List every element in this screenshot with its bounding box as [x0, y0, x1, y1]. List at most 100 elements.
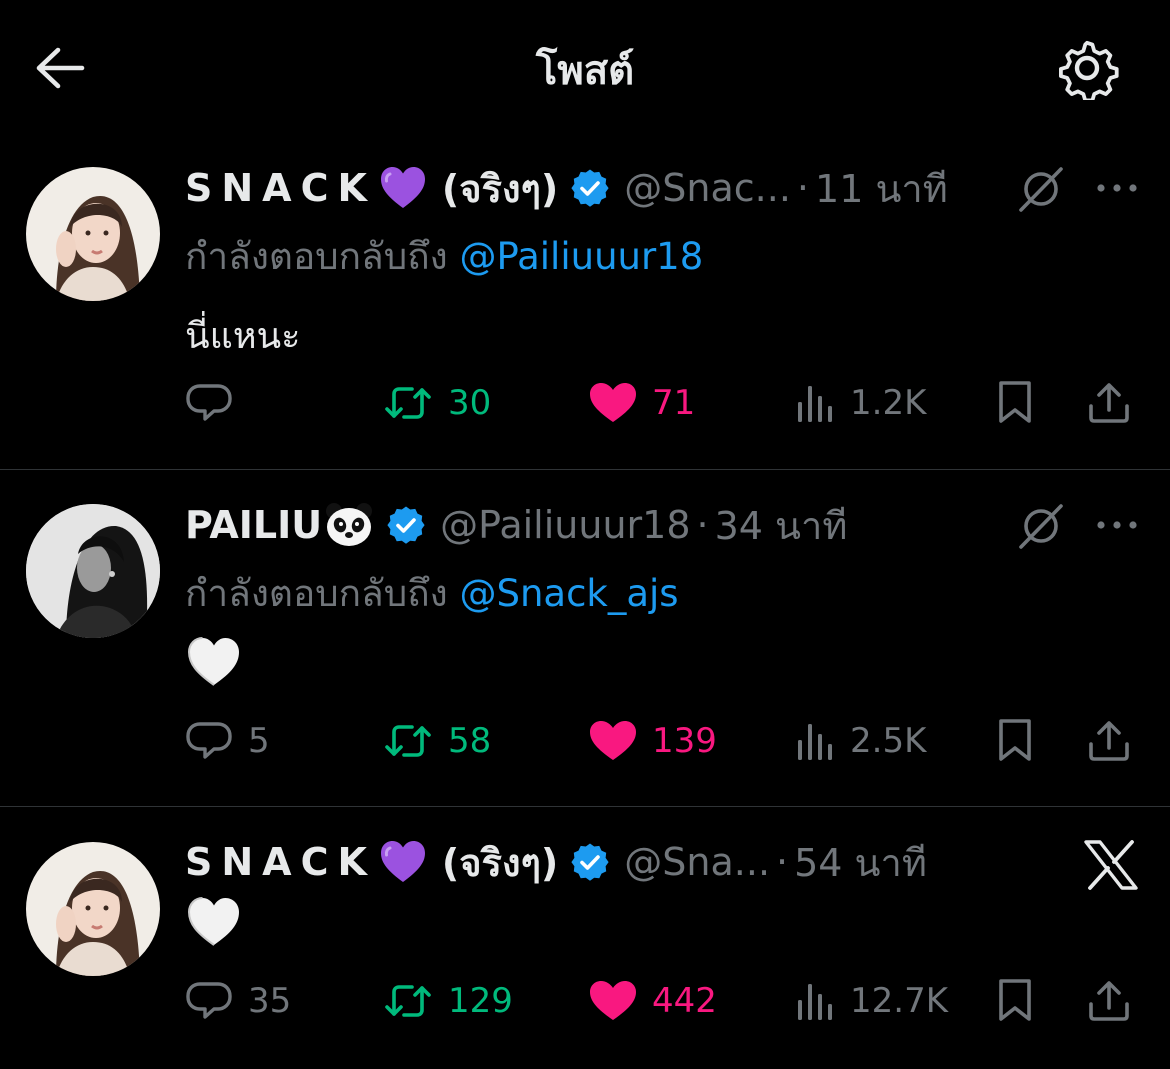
views-chart-icon [798, 386, 832, 422]
grok-button[interactable] [1012, 160, 1070, 218]
user-handle[interactable]: @Pailiuuur18 [440, 503, 690, 547]
retweet-count: 58 [448, 721, 492, 761]
retweet-button[interactable]: 129 [384, 971, 513, 1031]
bookmark-icon [999, 719, 1031, 761]
grok-button[interactable] [1012, 497, 1070, 555]
like-button[interactable]: 71 [588, 373, 695, 433]
heart-icon [590, 721, 636, 760]
verified-badge-icon [386, 505, 427, 545]
reply-icon [186, 384, 232, 421]
replying-to-label: กำลังตอบกลับถึง [185, 572, 448, 615]
replying-to-line: กำลังตอบกลับถึง @Pailiuuur18 [185, 227, 703, 286]
display-name-suffix: (จริงๆ) [441, 840, 559, 885]
display-name-suffix: (จริงๆ) [441, 166, 559, 211]
separator-dot: · [696, 503, 709, 547]
reply-count: 35 [248, 981, 292, 1021]
x-logo-icon [1082, 836, 1140, 894]
bookmark-button[interactable] [996, 971, 1036, 1031]
post-2[interactable]: PAILIU @Pailiuuur18 · 34 นาที กำลังตอบกล… [0, 470, 1170, 806]
post-time[interactable]: 54 นาที [794, 832, 927, 893]
display-name[interactable]: PAILIU [185, 503, 322, 547]
post-header: SNACK (จริงๆ) @Sna... · 54 นาที [185, 834, 927, 890]
retweet-button[interactable]: 58 [384, 711, 491, 771]
post-header: PAILIU @Pailiuuur18 · 34 นาที [185, 497, 847, 553]
avatar[interactable] [26, 167, 160, 301]
post-time[interactable]: 34 นาที [715, 495, 848, 556]
bookmark-icon [999, 381, 1031, 423]
retweet-icon [385, 725, 431, 757]
reply-count: 5 [248, 721, 270, 761]
views-button[interactable]: 1.2K [796, 373, 926, 433]
share-icon [1089, 721, 1129, 761]
heart-icon [590, 981, 636, 1020]
post-time[interactable]: 11 นาที [815, 158, 948, 219]
reply-button[interactable]: 5 [186, 711, 270, 771]
more-dots-icon [1097, 184, 1137, 192]
post-1[interactable]: SNACK (จริงๆ) @Snac... · 11 นาที กำลังตอ… [0, 135, 1170, 469]
more-options-button[interactable] [1090, 168, 1144, 208]
views-button[interactable]: 12.7K [796, 971, 948, 1031]
share-icon [1089, 383, 1129, 423]
heart-icon [590, 383, 636, 422]
separator-dot: · [796, 166, 810, 210]
post-3[interactable]: SNACK (จริงๆ) @Sna... · 54 นาที 35 129 4… [0, 807, 1170, 1069]
display-name[interactable]: SNACK [185, 166, 376, 210]
mention-link[interactable]: @Snack_ajs [459, 572, 678, 615]
share-button[interactable] [1088, 711, 1132, 771]
grok-icon [1019, 504, 1063, 549]
post-text: นี่แหนะ [185, 316, 301, 357]
page-title: โพสต์ [535, 48, 635, 94]
user-handle[interactable]: @Sna... [624, 840, 770, 884]
bookmark-button[interactable] [996, 711, 1036, 771]
white-heart-icon [186, 635, 242, 693]
avatar[interactable] [26, 842, 160, 976]
reply-icon [186, 982, 232, 1019]
avatar[interactable] [26, 504, 160, 638]
like-button[interactable]: 442 [588, 971, 717, 1031]
like-button[interactable]: 139 [588, 711, 717, 771]
verified-badge-icon [570, 842, 611, 882]
white-heart-icon [186, 895, 242, 953]
mention-link[interactable]: @Pailiuuur18 [459, 235, 703, 278]
bookmark-icon [999, 979, 1031, 1021]
more-dots-icon [1097, 521, 1137, 529]
replying-to-label: กำลังตอบกลับถึง [185, 235, 448, 278]
like-count: 139 [652, 721, 717, 761]
gear-icon [1059, 40, 1119, 100]
view-count: 2.5K [850, 721, 927, 761]
user-handle[interactable]: @Snac... [624, 166, 791, 210]
bookmark-button[interactable] [996, 373, 1036, 433]
verified-badge-icon [570, 168, 611, 208]
retweet-button[interactable]: 30 [384, 373, 491, 433]
action-bar: 5 58 139 2.5K [0, 711, 1170, 771]
settings-button[interactable] [1050, 36, 1124, 100]
retweet-count: 30 [448, 383, 492, 423]
top-bar: โพสต์ [0, 0, 1170, 135]
share-button[interactable] [1088, 373, 1132, 433]
more-options-button[interactable] [1090, 505, 1144, 545]
share-button[interactable] [1088, 971, 1132, 1031]
view-count: 1.2K [850, 383, 927, 423]
panda-icon [324, 502, 374, 548]
views-chart-icon [798, 984, 832, 1020]
reply-button[interactable]: 35 [186, 971, 291, 1031]
view-count: 12.7K [850, 981, 948, 1021]
action-bar: 35 129 442 12.7K [0, 971, 1170, 1031]
retweet-icon [385, 387, 431, 419]
like-count: 71 [652, 383, 696, 423]
purple-heart-icon [378, 164, 428, 212]
retweet-icon [385, 985, 431, 1017]
replying-to-line: กำลังตอบกลับถึง @Snack_ajs [185, 564, 679, 623]
share-icon [1089, 981, 1129, 1021]
display-name[interactable]: SNACK [185, 840, 376, 884]
views-chart-icon [798, 724, 832, 760]
separator-dot: · [776, 840, 789, 884]
reply-button[interactable] [186, 373, 248, 433]
like-count: 442 [652, 981, 717, 1021]
purple-heart-icon [378, 838, 428, 886]
reply-icon [186, 722, 232, 759]
grok-icon [1019, 167, 1063, 212]
retweet-count: 129 [448, 981, 513, 1021]
post-header: SNACK (จริงๆ) @Snac... · 11 นาที [185, 160, 948, 216]
views-button[interactable]: 2.5K [796, 711, 926, 771]
